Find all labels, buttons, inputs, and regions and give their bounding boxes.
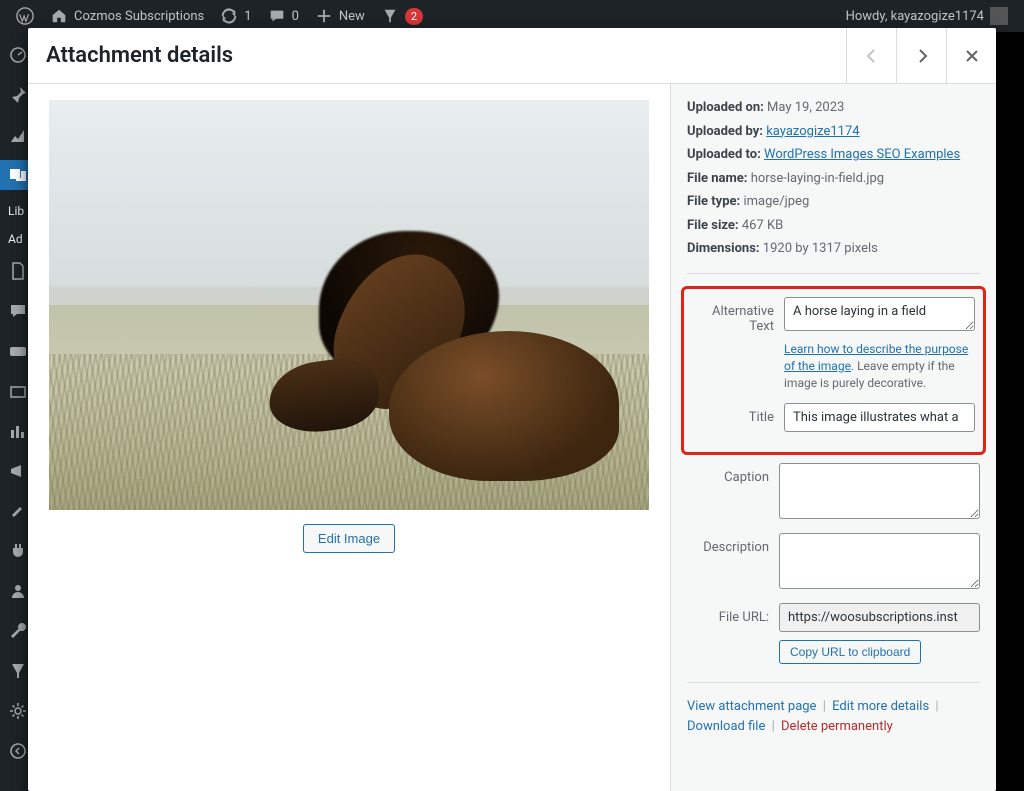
alt-text-help: Learn how to describe the purpose of the…	[784, 341, 975, 393]
yoast-icon	[381, 7, 399, 25]
meta-label: Uploaded by:	[687, 124, 763, 139]
collapse-icon	[8, 741, 28, 761]
page-icon	[8, 261, 28, 281]
close-button[interactable]	[946, 28, 996, 83]
meta-label: File name:	[687, 171, 747, 186]
attachment-actions: View attachment page | Edit more details…	[687, 682, 980, 739]
yoast-menu-icon	[8, 661, 28, 681]
attachment-details-sidebar: Uploaded on: May 19, 2023 Uploaded by: k…	[670, 84, 996, 791]
brush-icon	[8, 501, 28, 521]
meta-dimensions: Dimensions: 1920 by 1317 pixels	[687, 239, 980, 259]
media-icon	[8, 165, 28, 185]
edit-image-button[interactable]: Edit Image	[303, 524, 395, 553]
megaphone-icon	[8, 461, 28, 481]
title-input[interactable]	[784, 403, 975, 432]
meta-uploaded-to: Uploaded to: WordPress Images SEO Exampl…	[687, 145, 980, 165]
chevron-left-icon	[862, 46, 882, 66]
view-attachment-page-link[interactable]: View attachment page	[687, 699, 816, 714]
meta-value: horse-laying-in-field.jpg	[751, 171, 884, 186]
caption-input[interactable]	[779, 463, 980, 519]
comment-icon	[268, 7, 286, 25]
edit-more-details-link[interactable]: Edit more details	[832, 699, 929, 714]
pin-icon	[8, 85, 28, 105]
file-url-label: File URL:	[687, 603, 779, 625]
meta-uploaded-by: Uploaded by: kayazogize1174	[687, 122, 980, 142]
user-icon	[8, 581, 28, 601]
bars-icon	[8, 421, 28, 441]
meta-label: Dimensions:	[687, 241, 760, 256]
wrench-icon	[8, 621, 28, 641]
alt-text-input[interactable]	[784, 297, 975, 331]
file-url-input[interactable]	[779, 603, 980, 632]
attachment-image	[49, 100, 649, 510]
gear-icon	[8, 701, 28, 721]
comments-count: 0	[292, 9, 299, 24]
setting-caption: Caption	[687, 463, 980, 523]
meta-file-name: File name: horse-laying-in-field.jpg	[687, 169, 980, 189]
uploaded-to-link[interactable]: WordPress Images SEO Examples	[764, 147, 960, 162]
modal-nav	[846, 28, 996, 83]
meta-label: File size:	[687, 218, 739, 233]
caption-label: Caption	[687, 463, 779, 485]
setting-title: Title	[692, 403, 975, 432]
meta-value: image/jpeg	[743, 194, 809, 209]
modal-title: Attachment details	[28, 43, 233, 68]
meta-value: 467 KB	[742, 218, 783, 233]
avatar	[990, 7, 1008, 25]
meta-label: Uploaded on:	[687, 100, 764, 115]
home-icon	[50, 7, 68, 25]
uploaded-by-link[interactable]: kayazogize1174	[766, 124, 859, 139]
howdy-text: Howdy, kayazogize1174	[846, 9, 984, 24]
new-label: New	[339, 9, 365, 24]
woo-icon	[8, 341, 28, 361]
alt-text-label: Alternative Text	[692, 297, 784, 334]
download-file-link[interactable]: Download file	[687, 719, 765, 734]
chevron-right-icon	[912, 46, 932, 66]
comments-icon	[8, 301, 28, 321]
meta-label: Uploaded to:	[687, 147, 761, 162]
setting-file-url: File URL: Copy URL to clipboard	[687, 603, 980, 664]
meta-value: May 19, 2023	[767, 100, 844, 115]
title-label: Title	[692, 403, 784, 425]
setting-alt-text: Alternative Text Learn how to describe t…	[692, 297, 975, 393]
delete-permanently-link[interactable]: Delete permanently	[781, 719, 893, 734]
chart-icon	[8, 125, 28, 145]
meta-label: File type:	[687, 194, 740, 209]
dashboard-icon	[8, 45, 28, 65]
copy-url-button[interactable]: Copy URL to clipboard	[779, 640, 921, 664]
meta-value: 1920 by 1317 pixels	[763, 241, 878, 256]
box-icon	[8, 381, 28, 401]
yoast-count: 2	[405, 8, 423, 25]
close-icon	[962, 46, 982, 66]
updates-count: 1	[244, 9, 251, 24]
attachment-details-modal: Attachment details	[28, 28, 996, 791]
update-icon	[220, 7, 238, 25]
attachment-settings: Alternative Text Learn how to describe t…	[687, 273, 980, 739]
plus-icon	[315, 7, 333, 25]
modal-header: Attachment details	[28, 28, 996, 84]
plug-icon	[8, 541, 28, 561]
site-name: Cozmos Subscriptions	[74, 9, 204, 24]
description-input[interactable]	[779, 533, 980, 589]
description-label: Description	[687, 533, 779, 555]
meta-uploaded-on: Uploaded on: May 19, 2023	[687, 98, 980, 118]
meta-file-type: File type: image/jpeg	[687, 192, 980, 212]
next-button[interactable]	[896, 28, 946, 83]
meta-file-size: File size: 467 KB	[687, 216, 980, 236]
media-preview: Edit Image	[28, 84, 670, 791]
setting-description: Description	[687, 533, 980, 593]
prev-button[interactable]	[846, 28, 896, 83]
highlight-alt-title: Alternative Text Learn how to describe t…	[681, 286, 986, 455]
wordpress-icon	[16, 7, 34, 25]
